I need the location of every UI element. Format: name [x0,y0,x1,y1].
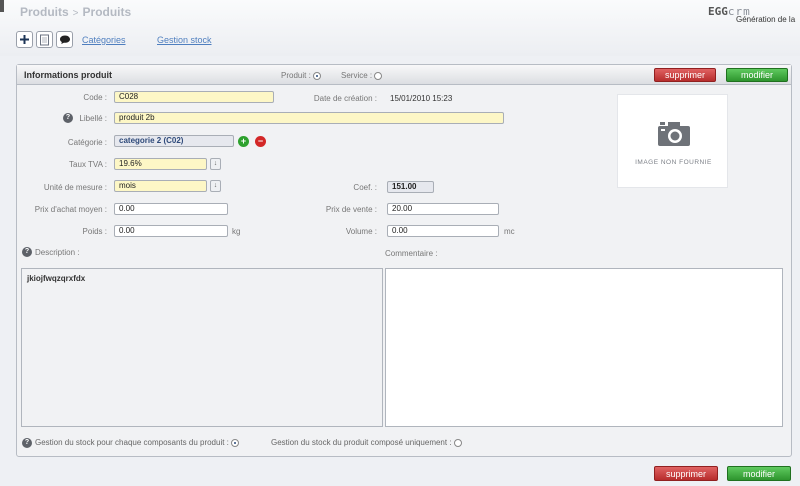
type-option-product-label: Produit : [281,71,311,80]
purchase-price-label: Prix d'achat moyen : [34,205,107,214]
unit-select[interactable]: mois [114,180,207,192]
description-label: Description : [35,248,80,257]
comment-button[interactable] [56,31,73,48]
delete-button-top[interactable]: supprimer [654,68,716,82]
stock-product-radio[interactable] [453,438,462,447]
breadcrumb-root[interactable]: Produits [20,5,69,19]
modify-button-top[interactable]: modifier [726,68,788,82]
delete-button-bottom[interactable]: supprimer [654,466,718,481]
collapse-handle[interactable] [0,0,4,12]
panel-header: Informations produit Produit : Service :… [17,65,791,85]
stock-help-icon[interactable]: ? [22,438,32,448]
sale-price-field[interactable]: 20.00 [387,203,499,215]
panel-title: Informations produit [24,70,112,80]
coef-label: Coef. : [353,183,377,192]
vat-dropdown-arrow-icon[interactable]: ↓ [210,158,221,170]
type-option-service[interactable]: Service : [341,71,383,80]
comment-label: Commentaire : [385,249,438,258]
modify-button-bottom[interactable]: modifier [727,466,791,481]
code-label: Code : [83,93,107,102]
brand-main: EGG [708,5,728,18]
description-text: jkiojfwqzqrxfdx [27,274,86,283]
type-product-radio[interactable] [313,71,322,80]
type-option-service-label: Service : [341,71,373,80]
product-info-panel: Informations produit Produit : Service :… [16,64,792,457]
breadcrumb: Produits > Produits [20,5,131,19]
comment-textarea[interactable] [385,268,783,427]
description-help-icon[interactable]: ? [22,247,32,257]
document-button[interactable] [36,31,53,48]
creation-date-value: 15/01/2010 15:23 [390,94,453,103]
weight-field[interactable]: 0.00 [114,225,228,237]
vat-select[interactable]: 19.6% [114,158,207,170]
category-label: Catégorie : [67,138,107,147]
stock-option-components[interactable]: Gestion du stock pour chaque composants … [35,438,240,447]
breadcrumb-separator: > [72,8,79,19]
type-option-product[interactable]: Produit : [281,71,322,80]
libelle-field[interactable]: produit 2b [114,112,504,124]
stock-components-radio[interactable] [231,438,240,447]
document-icon [40,34,49,45]
stock-option-product-label: Gestion du stock du produit composé uniq… [271,438,452,447]
code-field[interactable]: C028 [114,91,274,103]
type-service-radio[interactable] [374,71,383,80]
vat-label: Taux TVA : [69,160,107,169]
weight-label: Poids : [82,227,107,236]
remove-category-icon[interactable]: − [255,136,266,147]
volume-unit: mc [504,227,515,236]
add-button[interactable] [16,31,33,48]
description-textarea[interactable]: jkiojfwqzqrxfdx [21,268,383,427]
libelle-help-icon[interactable]: ? [63,113,73,123]
category-field[interactable]: categorie 2 (C02) [114,135,234,147]
link-stock-management[interactable]: Gestion stock [157,35,212,45]
creation-date-label: Date de création : [313,94,377,103]
camera-icon [658,122,690,146]
unit-dropdown-arrow-icon[interactable]: ↓ [210,180,221,192]
comment-icon [59,35,70,44]
volume-label: Volume : [345,227,377,236]
add-category-icon[interactable]: + [238,136,249,147]
stock-option-components-label: Gestion du stock pour chaque composants … [35,438,229,447]
libelle-label: Libellé : [79,114,107,123]
stock-option-product[interactable]: Gestion du stock du produit composé uniq… [271,438,462,447]
image-placeholder-text: IMAGE NON FOURNIE [635,159,712,166]
volume-field[interactable]: 0.00 [387,225,499,237]
weight-unit: kg [232,227,241,236]
brand-subtitle: Génération de la [736,15,796,24]
product-image-placeholder[interactable]: IMAGE NON FOURNIE [617,94,728,188]
add-icon [20,35,29,44]
sale-price-label: Prix de vente : [325,205,377,214]
purchase-price-field[interactable]: 0.00 [114,203,228,215]
breadcrumb-current: Produits [82,5,132,19]
unit-label: Unité de mesure : [43,183,107,192]
link-categories[interactable]: Catégories [82,35,126,45]
coef-field: 151.00 [387,181,434,193]
